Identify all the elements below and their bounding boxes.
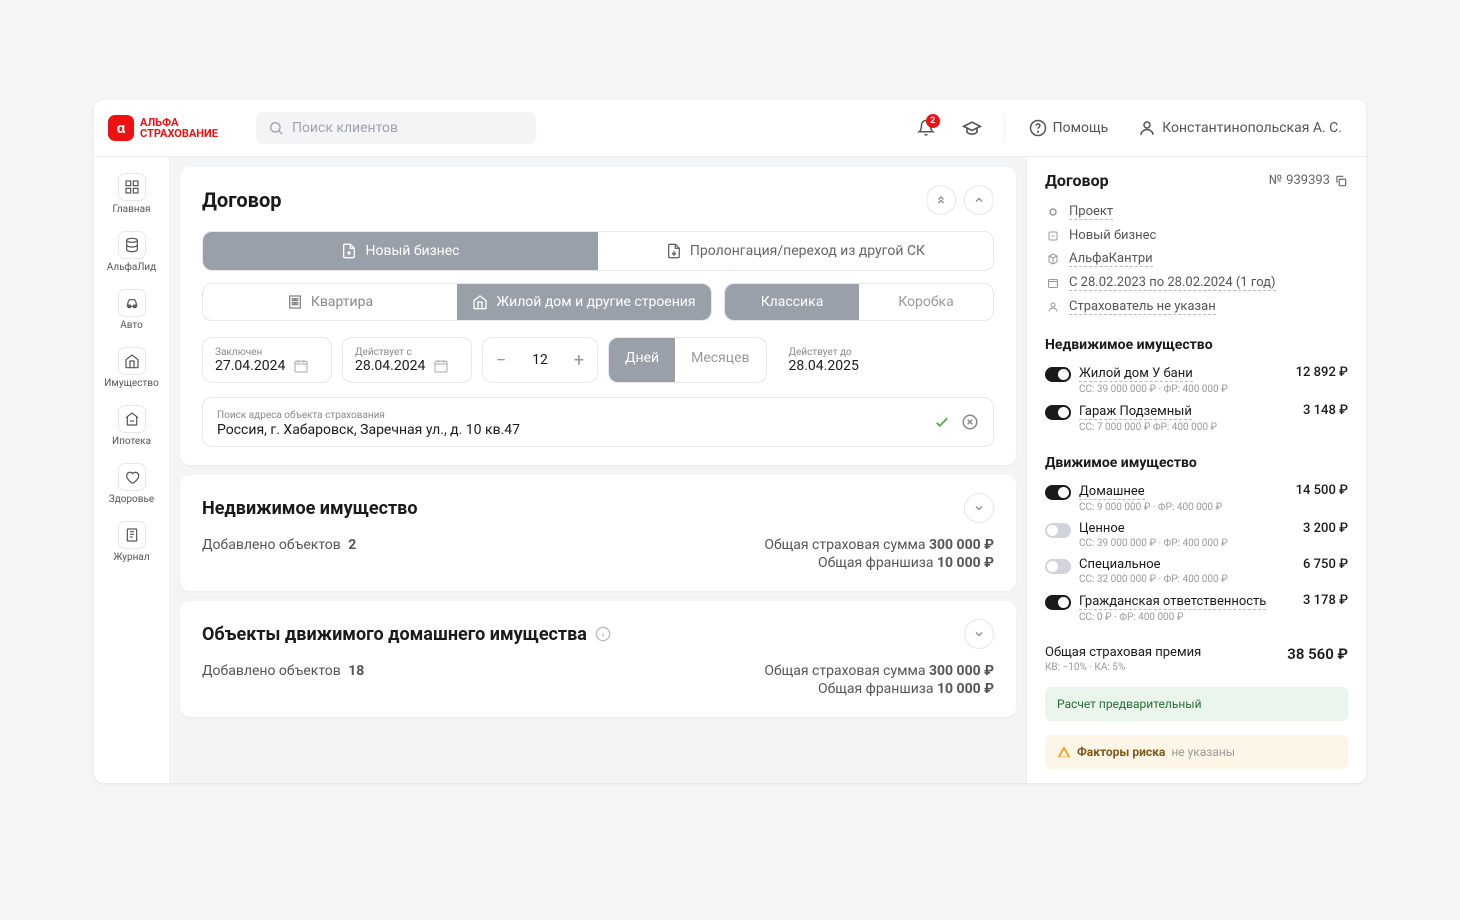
apartment-icon [287,294,303,310]
contract-title: Договор [202,188,282,212]
duration-stepper: − 12 + [482,337,598,383]
sidebar-item-db[interactable]: АльфаЛид [94,223,169,281]
start-date-field[interactable]: Действует с 28.04.2024 [342,337,472,383]
graduation-cap-icon [962,118,982,138]
section-title: Объекты движимого домашнего имущества [202,624,587,645]
concluded-date-field[interactable]: Заключен 27.04.2024 [202,337,332,383]
address-field[interactable]: Поиск адреса объекта страхования Россия,… [202,397,994,447]
help-label: Помощь [1053,120,1109,136]
calendar-icon [433,358,449,374]
toggle[interactable] [1045,367,1071,382]
search-placeholder: Поиск клиентов [292,120,398,136]
tab-new-business[interactable]: Новый бизнес [203,232,598,270]
tab-apartment[interactable]: Квартира [203,284,457,320]
house-icon [472,294,488,310]
info-icon[interactable] [595,626,611,642]
db-icon [118,231,146,259]
expand-button[interactable] [964,493,994,523]
user-icon [1047,301,1059,313]
help-icon [1029,119,1047,137]
cube-icon [1047,253,1059,265]
doc-plus-icon [341,243,357,259]
tab-box[interactable]: Коробка [859,284,993,320]
warning-icon [1057,745,1071,759]
summary-liability: Гражданская ответственность СС: 0 ₽ · ФР… [1045,589,1348,627]
copy-icon[interactable] [1334,174,1348,188]
valid-until: Действует до 28.04.2025 [777,337,871,383]
clear-icon[interactable] [961,413,979,431]
movable-section: Объекты движимого домашнего имущества До… [180,601,1016,717]
unit-days[interactable]: Дней [609,338,675,382]
sidebar-item-journal[interactable]: Журнал [94,513,169,571]
section-title: Недвижимое имущество [202,498,418,519]
chevron-down-icon [973,628,985,640]
toggle[interactable] [1045,523,1071,538]
help-button[interactable]: Помощь [1019,113,1119,143]
unit-months[interactable]: Месяцев [675,338,765,382]
heart-icon [118,463,146,491]
summary-title: Договор [1045,171,1109,190]
banner-risk: Факторы риска не указаны [1045,735,1348,769]
sidebar-item-mortgage[interactable]: Ипотека [94,397,169,455]
doc-arrow-icon [666,243,682,259]
duration-value: 12 [519,352,561,368]
user-icon [1138,119,1156,137]
logo-mark-icon: α [108,115,134,141]
search-icon [268,120,284,136]
sidebar-item-grid[interactable]: Главная [94,165,169,223]
chevron-down-icon [973,502,985,514]
contract-number: № 939393 [1269,173,1348,188]
tab-classic[interactable]: Классика [725,284,859,320]
tab-house[interactable]: Жилой дом и другие строения [457,284,711,320]
sidebar-item-car[interactable]: Авто [94,281,169,339]
brand-name: АЛЬФА СТРАХОВАНИЕ [140,117,218,139]
toggle[interactable] [1045,405,1071,420]
house-icon [118,347,146,375]
sidebar-item-house[interactable]: Имущество [94,339,169,397]
tab-prolongation[interactable]: Пролонгация/переход из другой СК [598,232,993,270]
user-menu[interactable]: Константинопольская А. С. [1128,113,1352,143]
journal-icon [118,521,146,549]
search-input[interactable]: Поиск клиентов [256,112,536,144]
immovable-section: Недвижимое имущество Добавлено объектов … [180,475,1016,591]
summary-panel: Договор № 939393 Проект Новый бизнес Аль… [1026,157,1366,783]
expand-button[interactable] [964,619,994,649]
toggle[interactable] [1045,485,1071,500]
summary-immovable-item: Жилой дом У бани СС: 39 000 000 ₽ · ФР: … [1045,361,1348,399]
summary-immovable-item: Гараж Подземный СС: 7 000 000 ₽ ФР: 400 … [1045,399,1348,437]
notifications-button[interactable]: 2 [908,110,944,146]
tag-icon [1047,230,1059,242]
check-icon [933,413,951,431]
summary-movable-item: Ценное СС: 39 000 000 ₽ · ФР: 400 000 ₽ … [1045,517,1348,553]
brand-logo: α АЛЬФА СТРАХОВАНИЕ [108,115,218,141]
decrement-button[interactable]: − [483,338,519,382]
sidebar: ГлавнаяАльфаЛидАвтоИмуществоИпотекаЗдоро… [94,157,170,783]
banner-preliminary: Расчет предварительный [1045,687,1348,721]
double-chevron-up-icon [935,194,947,206]
sidebar-item-heart[interactable]: Здоровье [94,455,169,513]
increment-button[interactable]: + [561,338,597,382]
summary-movable-item: Специальное СС: 32 000 000 ₽ · ФР: 400 0… [1045,553,1348,589]
car-icon [118,289,146,317]
contract-card: Договор [180,167,1016,465]
toggle[interactable] [1045,595,1071,610]
collapse-button[interactable] [964,185,994,215]
notification-count: 2 [926,114,940,128]
calendar-icon [293,358,309,374]
summary-movable-item: Домашнее СС: 9 000 000 ₽ · ФР: 400 000 ₽… [1045,479,1348,517]
grid-icon [118,173,146,201]
user-name: Константинопольская А. С. [1162,120,1342,136]
toggle[interactable] [1045,559,1071,574]
dot-icon [1048,207,1058,217]
mortgage-icon [118,405,146,433]
collapse-all-button[interactable] [926,185,956,215]
academy-button[interactable] [954,110,990,146]
calendar-icon [1047,277,1059,289]
chevron-up-icon [973,194,985,206]
